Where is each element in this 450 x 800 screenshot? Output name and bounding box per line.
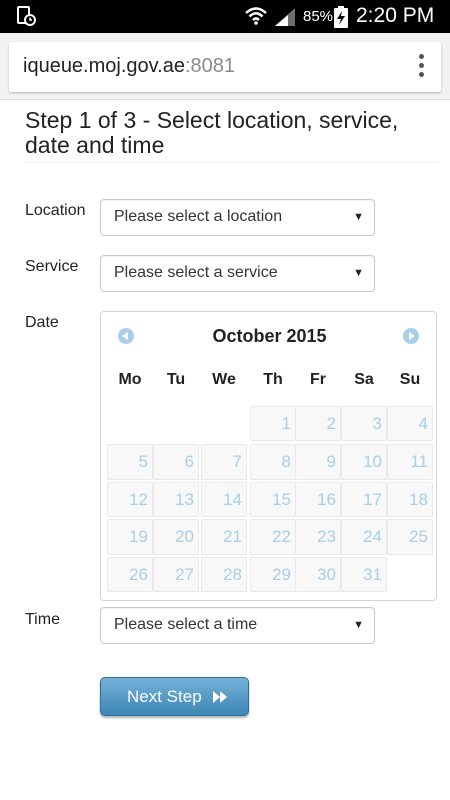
calendar-day[interactable]: 26 — [107, 557, 153, 592]
weekday-header: Sa — [354, 371, 374, 388]
date-picker-calendar: October 2015 Mo Tu We Th Fr Sa Su 1 2 3 4 5 6 7 8 9 10 11… — [100, 311, 437, 601]
calendar-day[interactable]: 23 — [295, 519, 341, 555]
dropdown-arrow-icon: ▼ — [353, 211, 364, 223]
weekday-header: Th — [263, 371, 283, 388]
calendar-day[interactable]: 24 — [341, 519, 387, 555]
next-month-icon[interactable] — [403, 328, 419, 344]
next-step-label: Next Step — [127, 687, 202, 706]
calendar-day[interactable]: 7 — [201, 444, 247, 480]
time-select-value: Please select a time — [114, 616, 258, 633]
dropdown-arrow-icon: ▼ — [353, 267, 364, 279]
page-title: Step 1 of 3 - Select location, service, … — [25, 108, 437, 163]
calendar-day[interactable]: 15 — [250, 482, 296, 517]
date-label: Date — [25, 314, 59, 331]
fast-forward-icon — [213, 691, 228, 703]
next-step-button[interactable]: Next Step — [100, 677, 249, 716]
status-bar: 85% 2:20 PM — [0, 0, 450, 33]
calendar-day[interactable]: 11 — [387, 444, 433, 480]
service-select-value: Please select a service — [114, 264, 278, 281]
url-text[interactable]: iqueue.moj.gov.ae:8081 — [23, 55, 235, 78]
calendar-day[interactable]: 27 — [153, 557, 199, 592]
calendar-day[interactable]: 3 — [341, 406, 387, 441]
calendar-day[interactable]: 10 — [341, 444, 387, 480]
calendar-day[interactable]: 17 — [341, 482, 387, 517]
calendar-day[interactable]: 6 — [153, 444, 199, 480]
wifi-icon — [245, 7, 267, 25]
calendar-day[interactable]: 18 — [387, 482, 433, 517]
signal-strength-icon — [275, 8, 295, 26]
calendar-day[interactable]: 20 — [153, 519, 199, 555]
location-select-value: Please select a location — [114, 208, 283, 225]
url-host: iqueue.moj.gov.ae — [23, 55, 185, 77]
url-port: :8081 — [184, 55, 236, 77]
calendar-day[interactable]: 25 — [387, 519, 433, 555]
calendar-day[interactable]: 8 — [250, 444, 296, 480]
time-select[interactable]: Please select a time ▼ — [100, 607, 375, 644]
weekday-header: We — [212, 371, 236, 388]
service-select[interactable]: Please select a service ▼ — [100, 255, 375, 292]
calendar-day[interactable]: 31 — [341, 557, 387, 592]
calendar-day[interactable]: 16 — [295, 482, 341, 517]
calendar-day[interactable]: 9 — [295, 444, 341, 480]
screenshot-notification-icon — [17, 6, 36, 26]
battery-charging-icon — [334, 6, 348, 28]
service-label: Service — [25, 258, 79, 275]
weekday-header: Su — [399, 371, 421, 388]
location-select[interactable]: Please select a location ▼ — [100, 199, 375, 236]
calendar-day[interactable]: 2 — [295, 406, 341, 441]
address-bar[interactable]: iqueue.moj.gov.ae:8081 — [9, 42, 441, 92]
calendar-day[interactable]: 5 — [107, 444, 153, 480]
weekday-header: Fr — [310, 371, 326, 388]
calendar-day[interactable]: 12 — [107, 482, 153, 517]
calendar-day[interactable]: 30 — [295, 557, 341, 592]
calendar-day[interactable]: 29 — [250, 557, 296, 592]
calendar-day[interactable]: 28 — [201, 557, 247, 592]
overflow-menu-icon[interactable] — [419, 54, 425, 80]
status-clock: 2:20 PM — [356, 4, 435, 27]
calendar-day[interactable]: 22 — [250, 519, 296, 555]
calendar-day[interactable]: 13 — [153, 482, 199, 517]
calendar-day[interactable]: 19 — [107, 519, 153, 555]
dropdown-arrow-icon: ▼ — [353, 619, 364, 631]
calendar-month-title: October 2015 — [212, 326, 327, 346]
calendar-day[interactable]: 21 — [201, 519, 247, 555]
calendar-day[interactable]: 4 — [387, 406, 433, 441]
location-label: Location — [25, 202, 86, 219]
time-label: Time — [25, 611, 60, 628]
weekday-header: Tu — [166, 371, 186, 388]
calendar-day[interactable]: 1 — [250, 406, 296, 441]
battery-percent: 85% — [303, 8, 334, 25]
calendar-day[interactable]: 14 — [201, 482, 247, 517]
weekday-header: Mo — [118, 371, 142, 388]
browser-toolbar: iqueue.moj.gov.ae:8081 — [0, 33, 450, 100]
